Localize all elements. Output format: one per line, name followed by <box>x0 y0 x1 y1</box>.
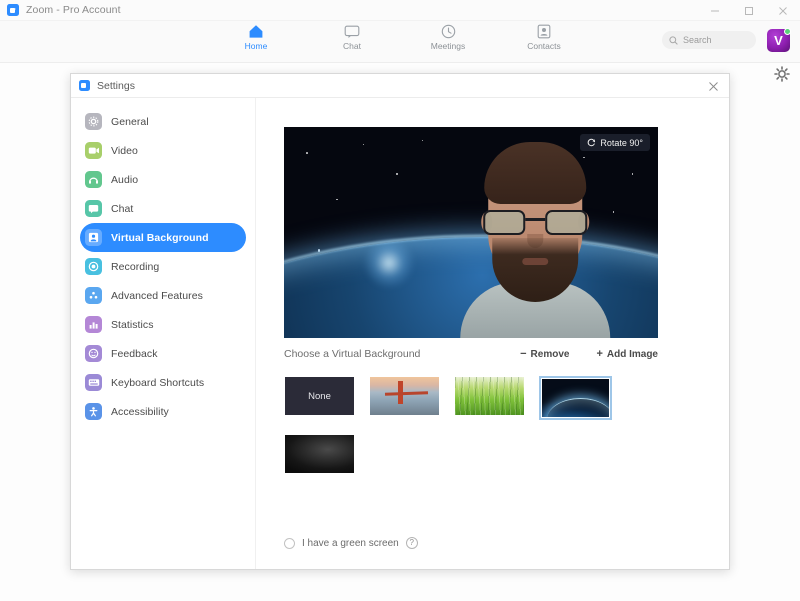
chooser-label: Choose a Virtual Background <box>284 348 421 360</box>
tab-meetings[interactable]: Meetings <box>417 23 479 51</box>
settings-dialog: Settings General Video Audio Chat Virtua… <box>70 73 730 570</box>
tab-home-label: Home <box>244 41 268 51</box>
search-icon <box>669 35 678 45</box>
plus-icon: + <box>596 348 603 360</box>
glasses <box>483 210 588 236</box>
sparkle-icon <box>85 287 102 304</box>
smiley-icon <box>85 345 102 362</box>
background-thumbnail-grass[interactable] <box>454 376 525 416</box>
zoom-logo-icon <box>7 4 19 16</box>
sidebar-item-keyboard-shortcuts[interactable]: Keyboard Shortcuts <box>80 368 246 397</box>
dialog-header: Settings <box>71 74 729 98</box>
green-screen-checkbox[interactable] <box>284 537 295 549</box>
thumbnail-none-label: None <box>308 390 331 402</box>
close-icon[interactable] <box>766 0 800 21</box>
sidebar-item-accessibility[interactable]: Accessibility <box>80 397 246 426</box>
tab-contacts-label: Contacts <box>527 41 561 51</box>
sidebar-item-label: Accessibility <box>111 405 169 418</box>
sidebar-item-recording[interactable]: Recording <box>80 252 246 281</box>
green-screen-label: I have a green screen <box>302 537 399 549</box>
add-image-button[interactable]: + Add Image <box>596 348 658 360</box>
maximize-icon[interactable] <box>732 0 766 21</box>
settings-sidebar: General Video Audio Chat Virtual Backgro… <box>71 98 256 569</box>
sidebar-item-label: Video <box>111 144 138 157</box>
sidebar-item-general[interactable]: General <box>80 107 246 136</box>
remove-button[interactable]: − Remove <box>520 348 569 360</box>
minus-icon: − <box>520 348 527 360</box>
sidebar-item-label: Feedback <box>111 347 158 360</box>
tab-home[interactable]: Home <box>225 23 287 51</box>
contact-card-icon <box>537 23 551 40</box>
background-thumbnail-custom-dark[interactable] <box>284 434 355 474</box>
rotate-90-button[interactable]: Rotate 90° <box>580 134 650 151</box>
search-input[interactable] <box>683 35 749 45</box>
rotate-90-label: Rotate 90° <box>600 137 643 148</box>
help-icon[interactable]: ? <box>405 537 418 549</box>
sidebar-item-label: Recording <box>111 260 160 273</box>
remove-label: Remove <box>530 348 570 360</box>
chat-bubble-icon <box>344 23 360 40</box>
record-circle-icon <box>85 258 102 275</box>
bar-chart-icon <box>85 316 102 333</box>
video-camera-icon <box>85 142 102 159</box>
sidebar-item-virtual-background[interactable]: Virtual Background <box>80 223 246 252</box>
person-frame-icon <box>85 229 102 246</box>
sidebar-item-statistics[interactable]: Statistics <box>80 310 246 339</box>
sidebar-item-chat[interactable]: Chat <box>80 194 246 223</box>
sidebar-item-label: Audio <box>111 173 139 186</box>
avatar[interactable]: V <box>767 28 791 52</box>
sidebar-item-advanced-features[interactable]: Advanced Features <box>80 281 246 310</box>
sidebar-item-audio[interactable]: Audio <box>80 165 246 194</box>
chooser-actions: − Remove + Add Image <box>520 348 658 360</box>
sidebar-item-label: Statistics <box>111 318 154 331</box>
sidebar-item-video[interactable]: Video <box>80 136 246 165</box>
camera-person <box>460 134 611 338</box>
sun-flare <box>362 236 415 289</box>
status-badge <box>784 28 791 35</box>
gear-icon[interactable] <box>774 66 790 82</box>
window-controls <box>698 0 800 21</box>
rotate-icon <box>587 134 596 152</box>
green-screen-row: I have a green screen ? <box>284 537 418 549</box>
headphones-icon <box>85 171 102 188</box>
top-navigation: Home Chat Meetings Contacts Search V <box>0 21 800 63</box>
sidebar-item-label: Virtual Background <box>111 231 209 244</box>
tab-contacts[interactable]: Contacts <box>513 23 575 51</box>
settings-content: Rotate 90° Choose a Virtual Background −… <box>256 98 729 569</box>
close-icon[interactable] <box>697 74 729 98</box>
sidebar-item-feedback[interactable]: Feedback <box>80 339 246 368</box>
sidebar-item-label: Advanced Features <box>111 289 203 302</box>
tab-meetings-label: Meetings <box>430 41 466 51</box>
dialog-title: Settings <box>97 79 135 92</box>
tab-chat[interactable]: Chat <box>321 23 383 51</box>
titlebar: Zoom - Pro Account <box>0 0 800 21</box>
sidebar-item-label: Keyboard Shortcuts <box>111 376 205 389</box>
accessibility-icon <box>85 403 102 420</box>
background-thumbnail-none[interactable]: None <box>284 376 355 416</box>
dialog-body: General Video Audio Chat Virtual Backgro… <box>71 98 729 569</box>
zoom-app-window: Zoom - Pro Account Home Chat Meetings Co… <box>0 0 800 601</box>
add-image-label: Add Image <box>606 348 658 360</box>
minimize-icon[interactable] <box>698 0 732 21</box>
window-title: Zoom - Pro Account <box>26 4 121 16</box>
chat-bubble-icon <box>85 200 102 217</box>
chooser-row: Choose a Virtual Background − Remove + A… <box>284 348 658 360</box>
sidebar-item-label: General <box>111 115 149 128</box>
video-preview: Rotate 90° <box>284 127 658 338</box>
clock-icon <box>441 23 456 40</box>
tab-chat-label: Chat <box>343 41 361 51</box>
background-thumbnail-earth[interactable] <box>539 376 612 420</box>
background-thumbnail-bridge[interactable] <box>369 376 440 416</box>
home-icon <box>248 23 264 40</box>
zoom-logo-icon <box>79 80 90 91</box>
search-box[interactable] <box>662 31 756 49</box>
gear-icon <box>85 113 102 130</box>
sidebar-item-label: Chat <box>111 202 134 215</box>
keyboard-icon <box>85 374 102 391</box>
background-thumbnail-grid: None <box>284 376 658 474</box>
